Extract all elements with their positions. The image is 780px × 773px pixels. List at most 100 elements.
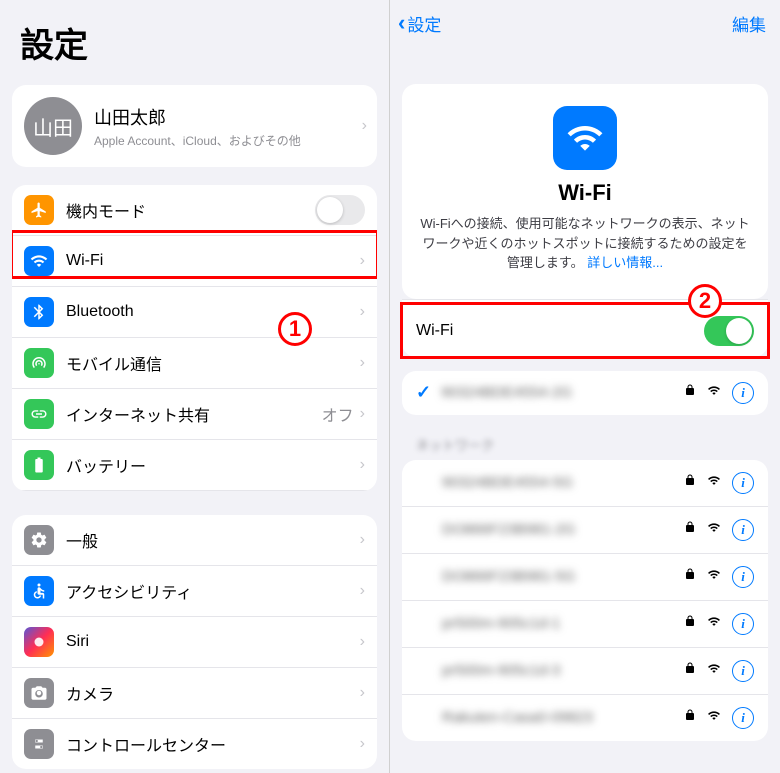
- camera-icon: [24, 678, 54, 708]
- chevron-right-icon: ›: [360, 531, 365, 549]
- row-label: アクセシビリティ: [66, 579, 360, 603]
- row-label: カメラ: [66, 681, 360, 705]
- network-row[interactable]: DO866F23B981-2G i: [402, 507, 768, 554]
- row-battery[interactable]: バッテリー ›: [12, 440, 377, 491]
- network-row[interactable]: DO866F23B981-5G i: [402, 554, 768, 601]
- wifi-hero-card: Wi-Fi Wi-Fiへの接続、使用可能なネットワークの表示、ネットワークや近く…: [402, 84, 768, 299]
- network-row[interactable]: 90324BDE4554-5G i: [402, 460, 768, 507]
- row-camera[interactable]: カメラ ›: [12, 668, 377, 719]
- nav-bar: ‹ 設定 編集: [390, 0, 780, 44]
- lock-icon: [684, 614, 696, 633]
- row-siri[interactable]: Siri ›: [12, 617, 377, 668]
- network-row[interactable]: pr500m-905c1d-1 i: [402, 601, 768, 648]
- chevron-right-icon: ›: [360, 405, 365, 423]
- nav-back-button[interactable]: ‹ 設定: [398, 11, 441, 36]
- lock-icon: [684, 383, 696, 402]
- nav-back-label: 設定: [407, 11, 441, 36]
- wifi-hero-icon: [553, 106, 617, 170]
- network-row[interactable]: Rakuten-Casa0-09823 i: [402, 695, 768, 741]
- wifi-signal-icon: [706, 709, 722, 727]
- network-status-icons: i: [684, 382, 754, 404]
- checkmark-icon: ✓: [416, 382, 431, 403]
- available-networks-list: 90324BDE4554-5G i DO866F23B981-2G i DO86…: [402, 460, 768, 741]
- wifi-signal-icon: [706, 662, 722, 680]
- row-label: モバイル通信: [66, 351, 360, 375]
- chevron-right-icon: ›: [360, 252, 365, 270]
- avatar: 山田: [24, 97, 82, 155]
- chevron-right-icon: ›: [360, 582, 365, 600]
- row-detail: オフ: [322, 402, 354, 426]
- bluetooth-icon: [24, 297, 54, 327]
- nav-edit-button[interactable]: 編集: [732, 11, 766, 36]
- wifi-settings-panel: ‹ 設定 編集 Wi-Fi Wi-Fiへの接続、使用可能なネットワークの表示、ネ…: [390, 0, 780, 773]
- wifi-signal-icon: [706, 615, 722, 633]
- info-button[interactable]: i: [732, 566, 754, 588]
- wifi-signal-icon: [706, 384, 722, 402]
- chevron-right-icon: ›: [360, 354, 365, 372]
- lock-icon: [684, 661, 696, 680]
- siri-icon: [24, 627, 54, 657]
- lock-icon: [684, 520, 696, 539]
- info-button[interactable]: i: [732, 382, 754, 404]
- lock-icon: [684, 473, 696, 492]
- wifi-learn-more-link[interactable]: 詳しい情報...: [587, 255, 663, 270]
- row-hotspot[interactable]: インターネット共有 オフ ›: [12, 389, 377, 440]
- gear-icon: [24, 525, 54, 555]
- row-label: 一般: [66, 528, 360, 552]
- chevron-right-icon: ›: [360, 735, 365, 753]
- chevron-right-icon: ›: [360, 684, 365, 702]
- row-label: コントロールセンター: [66, 732, 360, 756]
- wifi-toggle[interactable]: [704, 316, 754, 346]
- row-airplane-mode[interactable]: 機内モード: [12, 185, 377, 236]
- account-subtitle: Apple Account、iCloud、およびその他: [94, 132, 362, 149]
- row-general[interactable]: 一般 ›: [12, 515, 377, 566]
- row-label: Wi-Fi: [66, 252, 360, 270]
- account-text: 山田太郎 Apple Account、iCloud、およびその他: [94, 104, 362, 149]
- antenna-icon: [24, 348, 54, 378]
- info-button[interactable]: i: [732, 519, 754, 541]
- row-label: バッテリー: [66, 453, 360, 477]
- annotation-badge-2: 2: [688, 284, 722, 318]
- network-name: DO866F23B981-5G: [442, 568, 684, 585]
- settings-root-panel: 設定 山田 山田太郎 Apple Account、iCloud、およびその他 ›…: [0, 0, 390, 773]
- airplane-icon: [24, 195, 54, 225]
- chevron-right-icon: ›: [360, 456, 365, 474]
- wifi-signal-icon: [706, 474, 722, 492]
- info-button[interactable]: i: [732, 707, 754, 729]
- link-icon: [24, 399, 54, 429]
- network-row[interactable]: pr500m-905c1d-3 i: [402, 648, 768, 695]
- current-network-name: 90324BDE4554-2G: [441, 384, 684, 401]
- toggle-airplane[interactable]: [315, 195, 365, 225]
- lock-icon: [684, 708, 696, 727]
- settings-group-connectivity: 機内モード Wi-Fi › Bluetooth › モバイル通信 ›: [12, 185, 377, 491]
- chevron-left-icon: ‹: [398, 12, 405, 34]
- info-button[interactable]: i: [732, 660, 754, 682]
- wifi-icon: [24, 246, 54, 276]
- networks-section-header: ネットワーク: [390, 415, 780, 460]
- apple-account-row[interactable]: 山田 山田太郎 Apple Account、iCloud、およびその他 ›: [12, 85, 377, 167]
- row-label: インターネット共有: [66, 402, 322, 426]
- network-name: DO866F23B981-2G: [442, 521, 684, 538]
- row-wifi[interactable]: Wi-Fi ›: [12, 236, 377, 287]
- row-bluetooth[interactable]: Bluetooth ›: [12, 287, 377, 338]
- wifi-signal-icon: [706, 568, 722, 586]
- network-name: pr500m-905c1d-3: [442, 662, 684, 679]
- network-name: Rakuten-Casa0-09823: [442, 709, 684, 726]
- wifi-current-network-row[interactable]: ✓ 90324BDE4554-2G i: [402, 371, 768, 415]
- switches-icon: [24, 729, 54, 759]
- settings-group-general: 一般 › アクセシビリティ › Siri › カメラ ›: [12, 515, 377, 769]
- chevron-right-icon: ›: [360, 303, 365, 321]
- row-control-center[interactable]: コントロールセンター ›: [12, 719, 377, 769]
- info-button[interactable]: i: [732, 613, 754, 635]
- wifi-hero-title: Wi-Fi: [420, 180, 750, 206]
- row-label: 機内モード: [66, 198, 315, 222]
- wifi-toggle-label: Wi-Fi: [416, 322, 704, 340]
- row-label: Bluetooth: [66, 303, 360, 321]
- network-name: 90324BDE4554-5G: [442, 474, 684, 491]
- battery-icon: [24, 450, 54, 480]
- network-name: pr500m-905c1d-1: [442, 615, 684, 632]
- account-name: 山田太郎: [94, 104, 362, 130]
- info-button[interactable]: i: [732, 472, 754, 494]
- row-accessibility[interactable]: アクセシビリティ ›: [12, 566, 377, 617]
- row-cellular[interactable]: モバイル通信 ›: [12, 338, 377, 389]
